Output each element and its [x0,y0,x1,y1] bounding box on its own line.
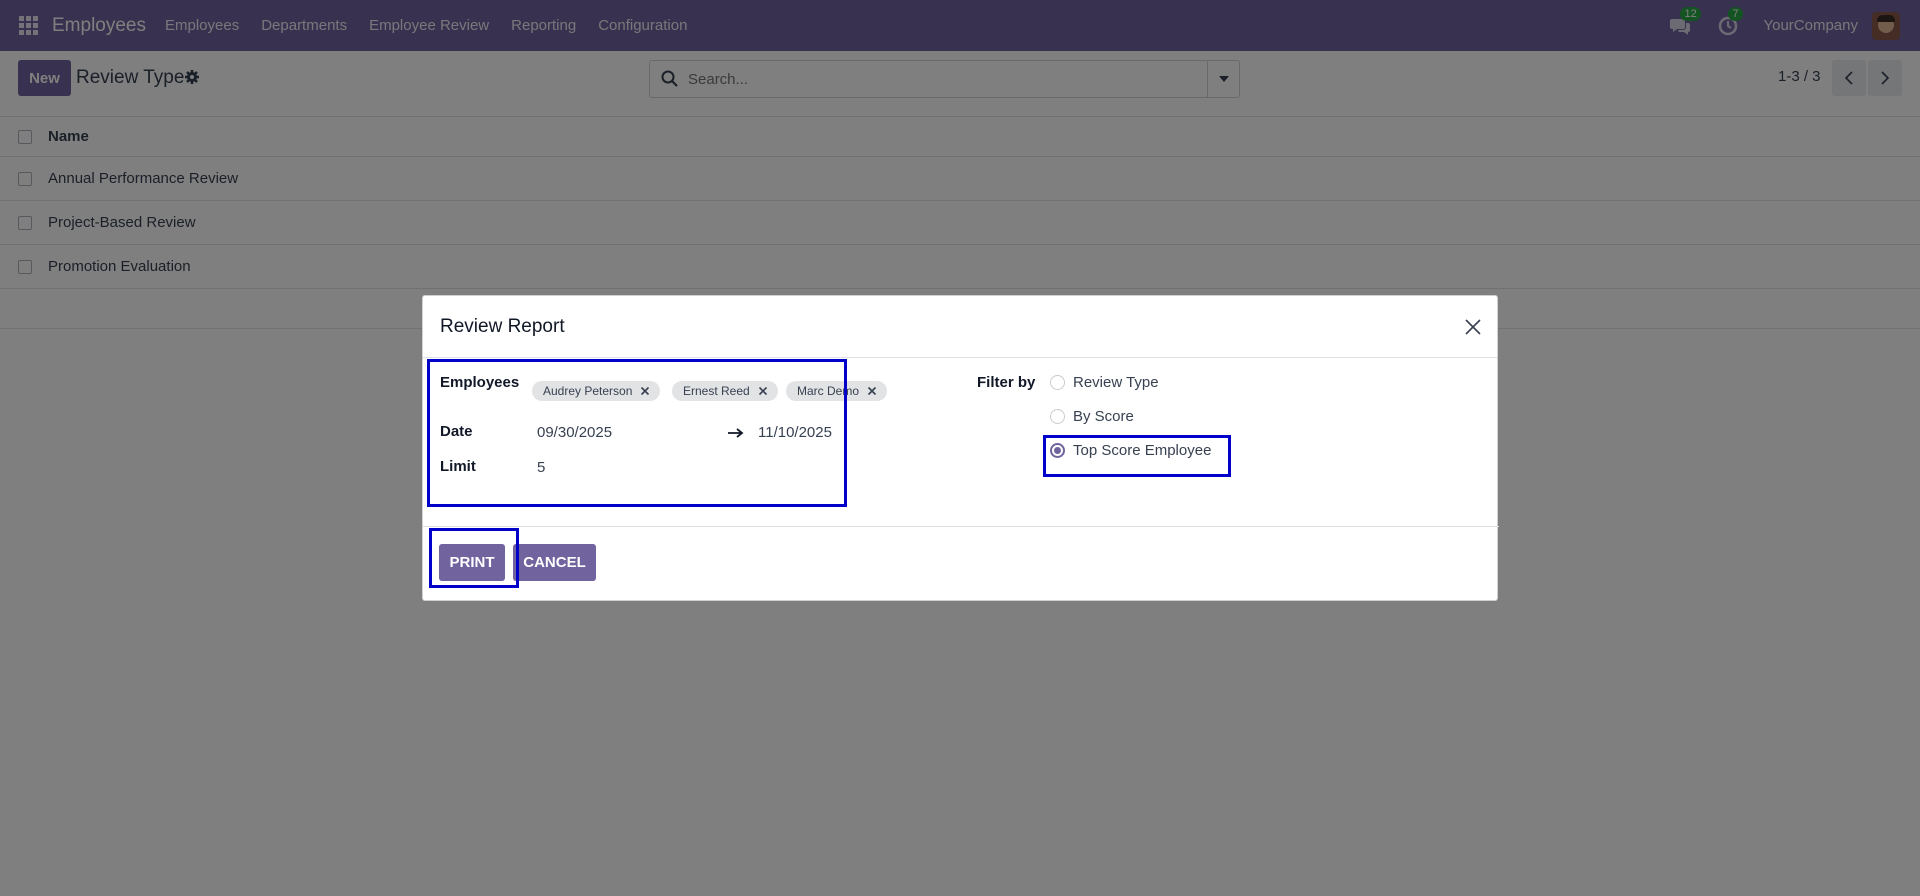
highlight-selected-filter [1043,435,1231,477]
close-icon[interactable] [1463,317,1483,337]
modal-title: Review Report [440,316,565,337]
radio-review-type[interactable] [1050,375,1065,390]
modal-body: Employees Audrey Peterson Ernest Reed Ma… [423,358,1499,526]
remove-tag-icon[interactable] [867,386,877,396]
highlight-form-fields [427,359,847,507]
modal-footer: PRINT CANCEL [423,526,1499,602]
highlight-print-button [429,528,519,588]
radio-by-score[interactable] [1050,409,1065,424]
review-report-dialog: Review Report Employees Audrey Peterson … [422,295,1499,602]
modal-header: Review Report [423,296,1497,358]
radio-by-score-label[interactable]: By Score [1073,408,1134,425]
cancel-button[interactable]: CANCEL [513,544,596,581]
filter-by-label: Filter by [977,374,1036,391]
radio-review-type-label[interactable]: Review Type [1073,374,1159,391]
